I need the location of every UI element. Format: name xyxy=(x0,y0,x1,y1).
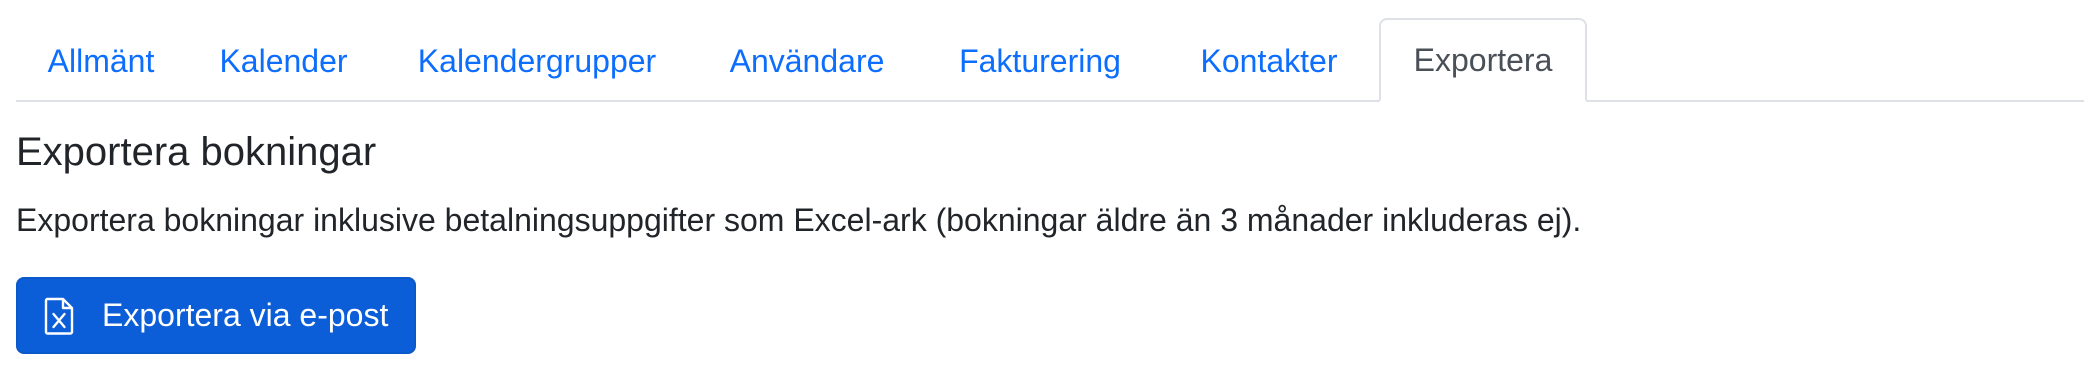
section-description: Exportera bokningar inklusive betalnings… xyxy=(16,202,1582,238)
section-title: Exportera bokningar xyxy=(16,130,377,174)
tab-kalendergrupper[interactable]: Kalendergrupper xyxy=(381,20,693,102)
file-excel-icon xyxy=(42,297,76,335)
export-via-email-button[interactable]: Exportera via e-post xyxy=(16,277,416,354)
tab-kalender[interactable]: Kalender xyxy=(186,20,381,102)
tab-bar: Allmänt Kalender Kalendergrupper Använda… xyxy=(16,0,2084,102)
export-button-label: Exportera via e-post xyxy=(102,297,389,333)
tab-exportera[interactable]: Exportera xyxy=(1379,18,1587,102)
tab-allmant[interactable]: Allmänt xyxy=(16,20,186,102)
tab-anvandare[interactable]: Användare xyxy=(693,20,921,102)
tab-kontakter[interactable]: Kontakter xyxy=(1159,20,1379,102)
tab-fakturering[interactable]: Fakturering xyxy=(921,20,1159,102)
page-container: Allmänt Kalender Kalendergrupper Använda… xyxy=(16,0,2084,102)
